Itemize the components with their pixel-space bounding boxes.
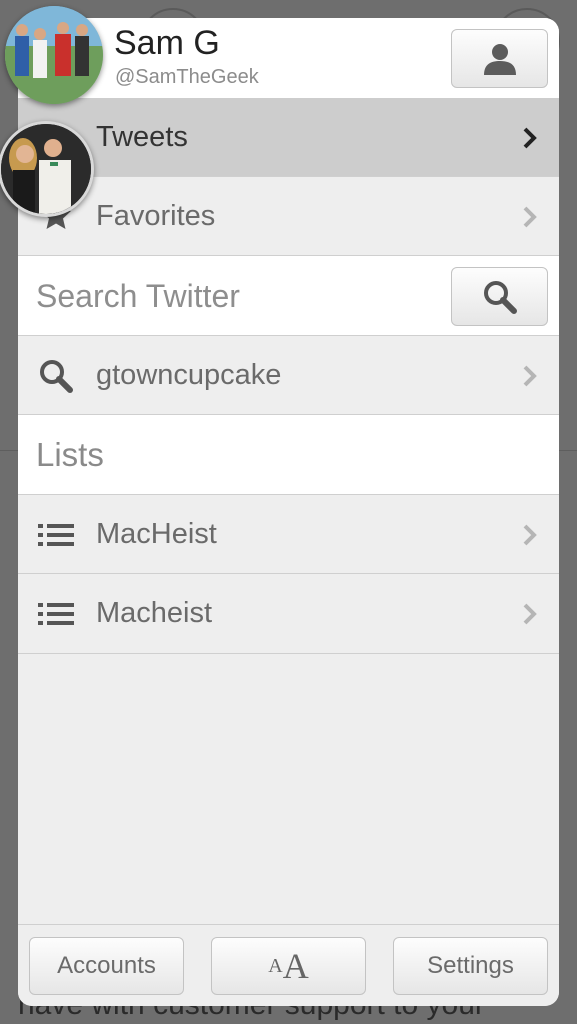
- profile-button[interactable]: [451, 29, 548, 88]
- list-icon: [38, 603, 74, 625]
- font-size-small-a: A: [268, 954, 283, 977]
- menu-item-label: Favorites: [96, 200, 216, 232]
- settings-button[interactable]: Settings: [393, 937, 548, 995]
- person-icon: [483, 43, 516, 75]
- chevron-right-icon: [523, 365, 537, 387]
- menu-item-favorites[interactable]: Favorites: [18, 177, 559, 256]
- saved-search-item[interactable]: gtowncupcake: [18, 336, 559, 415]
- search-icon: [483, 280, 517, 314]
- list-icon: [38, 524, 74, 546]
- list-item[interactable]: MacHeist: [18, 495, 559, 574]
- search-button[interactable]: [451, 267, 548, 326]
- accounts-button[interactable]: Accounts: [29, 937, 184, 995]
- user-name: Sam G: [114, 24, 220, 62]
- current-account-avatar[interactable]: [5, 6, 103, 104]
- menu-item-tweets[interactable]: Tweets: [18, 98, 559, 177]
- chevron-right-icon: [523, 206, 537, 228]
- secondary-account-avatar[interactable]: [0, 121, 94, 217]
- list-item[interactable]: Macheist: [18, 574, 559, 654]
- chevron-right-icon: [523, 603, 537, 625]
- list-item-label: Macheist: [96, 597, 213, 629]
- search-input[interactable]: Search Twitter: [36, 278, 240, 315]
- user-handle: @SamTheGeek: [115, 66, 259, 88]
- search-bar: Search Twitter: [18, 256, 559, 336]
- footer-toolbar: Accounts AA Settings: [18, 924, 559, 1006]
- list-item-label: MacHeist: [96, 518, 217, 550]
- font-size-big-a: A: [282, 946, 309, 986]
- chevron-right-icon: [523, 127, 537, 149]
- font-size-button[interactable]: AA: [211, 937, 366, 995]
- chevron-right-icon: [523, 524, 537, 546]
- lists-section-header: Lists: [18, 415, 559, 495]
- accounts-label: Accounts: [57, 952, 156, 979]
- settings-label: Settings: [427, 952, 514, 979]
- side-menu-panel: Sam G @SamTheGeek Tweets Favorites Searc…: [18, 18, 559, 1006]
- lists-title: Lists: [36, 436, 104, 473]
- avatar-photo: [5, 6, 103, 104]
- saved-search-label: gtowncupcake: [96, 359, 282, 391]
- menu-item-label: Tweets: [96, 121, 188, 153]
- avatar-photo: [1, 124, 91, 214]
- search-icon: [40, 360, 73, 393]
